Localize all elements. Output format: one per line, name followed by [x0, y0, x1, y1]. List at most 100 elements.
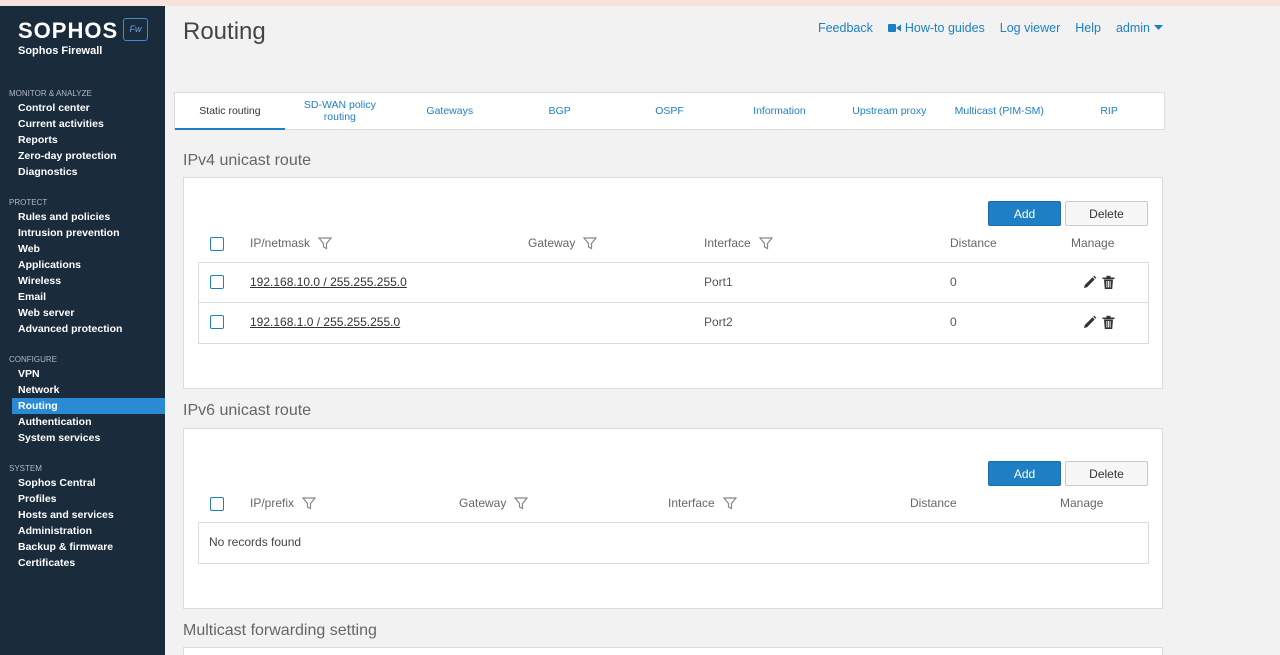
sidebar-item-backup-firmware[interactable]: Backup & firmware	[12, 539, 165, 555]
sidebar-item-wireless[interactable]: Wireless	[12, 273, 165, 289]
sidebar-item-hosts-and-services[interactable]: Hosts and services	[12, 507, 165, 523]
multicast-panel	[183, 647, 1163, 655]
ipv6-col-manage: Manage	[1060, 496, 1104, 510]
route-ip-link[interactable]: 192.168.10.0 / 255.255.255.0	[250, 275, 407, 289]
tab-information[interactable]: Information	[724, 93, 834, 129]
ipv4-col-ip: IP/netmask	[250, 236, 333, 250]
sidebar-item-reports[interactable]: Reports	[12, 132, 165, 148]
filter-icon[interactable]	[583, 236, 598, 250]
sidebar-item-network[interactable]: Network	[12, 382, 165, 398]
route-interface: Port1	[704, 275, 733, 289]
brand-name: SOPHOS	[18, 18, 119, 43]
filter-icon[interactable]	[318, 236, 333, 250]
filter-icon[interactable]	[758, 236, 773, 250]
howto-link-label: How-to guides	[904, 21, 985, 35]
sidebar-item-rules-and-policies[interactable]: Rules and policies	[12, 209, 165, 225]
table-row: 192.168.10.0 / 255.255.255.0 Port1 0	[199, 263, 1148, 303]
sidebar-item-intrusion-prevention[interactable]: Intrusion prevention	[12, 225, 165, 241]
sidebar-item-administration[interactable]: Administration	[12, 523, 165, 539]
ipv4-col-interface-label: Interface	[704, 236, 751, 250]
tab-rip[interactable]: RIP	[1054, 93, 1164, 129]
ipv6-add-button[interactable]: Add	[988, 461, 1061, 486]
route-distance: 0	[950, 275, 957, 289]
ipv6-route-table: No records found	[198, 522, 1149, 564]
howto-link[interactable]: How-to guides	[887, 21, 985, 35]
top-links: Feedback How-to guides Log viewer Help a…	[818, 21, 1163, 35]
tab-multicast-pim-sm[interactable]: Multicast (PIM-SM)	[944, 93, 1054, 129]
nav-section-system: SYSTEM	[9, 464, 42, 473]
ipv6-col-distance: Distance	[910, 496, 957, 510]
filter-icon[interactable]	[302, 496, 317, 510]
tab-gateways[interactable]: Gateways	[395, 93, 505, 129]
ipv4-add-button[interactable]: Add	[988, 201, 1061, 226]
sidebar-item-advanced-protection[interactable]: Advanced protection	[12, 321, 165, 337]
caret-down-icon	[1154, 25, 1163, 30]
filter-icon[interactable]	[722, 496, 737, 510]
ipv4-col-gateway-label: Gateway	[528, 236, 576, 250]
route-distance: 0	[950, 315, 957, 329]
sidebar-item-web-server[interactable]: Web server	[12, 305, 165, 321]
ipv4-panel: Add Delete IP/netmask Gateway Interface …	[183, 177, 1163, 389]
ipv6-col-ip-label: IP/prefix	[250, 496, 295, 510]
tab-sdwan-policy-routing[interactable]: SD-WAN policy routing	[285, 93, 395, 129]
tab-static-routing[interactable]: Static routing	[175, 93, 285, 130]
ipv4-col-ip-label: IP/netmask	[250, 236, 311, 250]
brand: SOPHOS Sophos Firewall	[18, 18, 118, 57]
nav-section-configure: CONFIGURE	[9, 355, 57, 364]
ipv4-col-gateway: Gateway	[528, 236, 598, 250]
ipv6-select-all-checkbox[interactable]	[210, 497, 224, 511]
ipv6-col-interface: Interface	[668, 496, 737, 510]
tab-upstream-proxy[interactable]: Upstream proxy	[834, 93, 944, 129]
sidebar-item-applications[interactable]: Applications	[12, 257, 165, 273]
sidebar-item-sophos-central[interactable]: Sophos Central	[12, 475, 165, 491]
no-records-message: No records found	[209, 535, 302, 549]
tab-ospf[interactable]: OSPF	[615, 93, 725, 129]
routing-tabs: Static routing SD-WAN policy routing Gat…	[174, 92, 1165, 130]
fw-badge-icon: Fw	[123, 18, 148, 41]
ipv4-select-all-checkbox[interactable]	[210, 237, 224, 251]
table-row: No records found	[199, 523, 1148, 563]
sidebar-item-diagnostics[interactable]: Diagnostics	[12, 164, 165, 180]
ipv4-col-interface: Interface	[704, 236, 773, 250]
ipv4-delete-button[interactable]: Delete	[1065, 201, 1148, 226]
sidebar-item-authentication[interactable]: Authentication	[12, 414, 165, 430]
page-title: Routing	[183, 18, 266, 45]
sidebar-item-web[interactable]: Web	[12, 241, 165, 257]
sidebar-item-zero-day-protection[interactable]: Zero-day protection	[12, 148, 165, 164]
ipv6-col-ip: IP/prefix	[250, 496, 317, 510]
nav-section-protect: PROTECT	[9, 198, 48, 207]
sidebar-item-certificates[interactable]: Certificates	[12, 555, 165, 571]
feedback-link[interactable]: Feedback	[818, 21, 873, 35]
sidebar-item-profiles[interactable]: Profiles	[12, 491, 165, 507]
ipv4-section-title: IPv4 unicast route	[183, 152, 312, 169]
delete-trash-icon[interactable]	[1101, 275, 1116, 290]
log-viewer-link[interactable]: Log viewer	[1000, 21, 1060, 35]
help-link[interactable]: Help	[1075, 21, 1101, 35]
ipv4-col-manage: Manage	[1071, 236, 1115, 250]
filter-icon[interactable]	[514, 496, 529, 510]
ipv4-col-distance: Distance	[950, 236, 997, 250]
edit-pencil-icon[interactable]	[1082, 315, 1097, 330]
sidebar-item-email[interactable]: Email	[12, 289, 165, 305]
delete-trash-icon[interactable]	[1101, 315, 1116, 330]
user-menu[interactable]: admin	[1116, 21, 1163, 35]
route-interface: Port2	[704, 315, 733, 329]
multicast-section-title: Multicast forwarding setting	[183, 622, 377, 639]
sidebar: SOPHOS Sophos Firewall Fw MONITOR & ANAL…	[0, 6, 165, 655]
video-camera-icon	[887, 24, 901, 32]
row-checkbox[interactable]	[210, 275, 224, 289]
route-ip-link[interactable]: 192.168.1.0 / 255.255.255.0	[250, 315, 400, 329]
main-content: Routing Feedback How-to guides Log viewe…	[165, 6, 1280, 655]
sidebar-item-current-activities[interactable]: Current activities	[12, 116, 165, 132]
sidebar-item-control-center[interactable]: Control center	[12, 100, 165, 116]
ipv4-route-table: 192.168.10.0 / 255.255.255.0 Port1 0 192…	[198, 262, 1149, 344]
sidebar-item-vpn[interactable]: VPN	[12, 366, 165, 382]
ipv6-section-title: IPv6 unicast route	[183, 402, 312, 419]
row-checkbox[interactable]	[210, 315, 224, 329]
sidebar-item-system-services[interactable]: System services	[12, 430, 165, 446]
edit-pencil-icon[interactable]	[1082, 275, 1097, 290]
tab-bgp[interactable]: BGP	[505, 93, 615, 129]
ipv6-col-gateway: Gateway	[459, 496, 529, 510]
ipv6-delete-button[interactable]: Delete	[1065, 461, 1148, 486]
sidebar-item-routing[interactable]: Routing	[12, 398, 165, 414]
